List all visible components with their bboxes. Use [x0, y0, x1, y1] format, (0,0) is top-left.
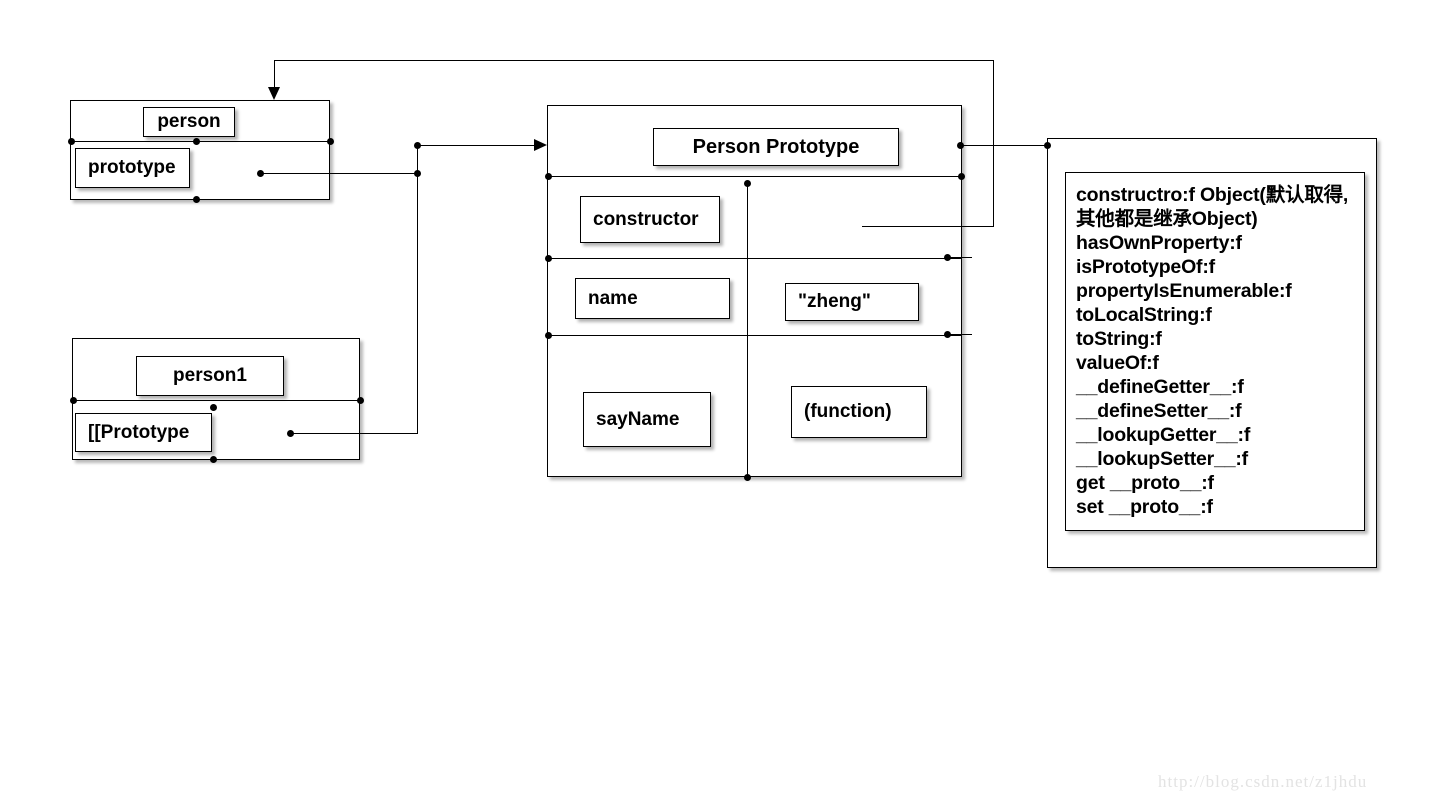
person-title-label: person: [143, 107, 235, 137]
person-prototype-divider-1: [547, 176, 962, 177]
watermark-text: http://blog.csdn.net/z1jhdu: [1158, 772, 1368, 791]
node-dot-proto-col-bottom: [743, 473, 751, 481]
person-prototype-sayname-key-label: sayName: [583, 392, 711, 447]
connector-person-prototype-to-box: [417, 145, 535, 146]
connector-stub-row-name: [947, 257, 972, 258]
person1-title-label: person1: [136, 356, 284, 396]
node-dot-person1-mid-bottom: [209, 455, 217, 463]
person-prototype-name-key-label: name: [575, 278, 730, 319]
object-prototype-property: __defineGetter__:f: [1076, 376, 1244, 398]
node-dot-person1-right: [356, 396, 364, 404]
node-dot-proto-right-1: [957, 172, 965, 180]
connector-backedge-lower-horizontal: [862, 226, 994, 227]
person-prototype-name-value-label: "zheng": [785, 283, 919, 321]
connector-person-prototype-source-dot: [256, 169, 264, 177]
object-prototype-property: toLocalString:f: [1076, 304, 1212, 326]
connector-person1-prototype-source-dot: [286, 429, 294, 437]
connector-backedge-vertical-left: [274, 60, 275, 88]
connector-proto-to-object-horizontal: [960, 145, 1048, 146]
connector-stub-row-sayname-dot: [943, 330, 951, 338]
object-prototype-property: __lookupSetter__:f: [1076, 448, 1248, 470]
connector-stub-row-sayname: [947, 334, 972, 335]
diagram-canvas: person prototype person1 [[Prototype Per…: [0, 0, 1440, 810]
object-prototype-property: isPrototypeOf:f: [1076, 256, 1215, 278]
object-prototype-property-list-box: constructro:f Object(默认取得,其他都是继承Object) …: [1065, 172, 1365, 531]
node-dot-proto-left-2: [544, 254, 552, 262]
node-dot-person-right: [326, 137, 334, 145]
person-prototype-divider-2: [547, 258, 962, 259]
connector-backedge-vertical-right: [993, 60, 994, 227]
connector-person-prototype-arrowhead: [534, 139, 547, 151]
person-prototype-constructor-key-label: constructor: [580, 196, 720, 243]
node-dot-person1-mid-top: [209, 403, 217, 411]
object-prototype-property: toString:f: [1076, 328, 1162, 350]
object-prototype-property: hasOwnProperty:f: [1076, 232, 1242, 254]
node-dot-person-mid-bottom: [192, 195, 200, 203]
object-prototype-property: constructro:f Object(默认取得,其他都是继承Object): [1076, 184, 1349, 230]
person-prototype-sayname-value-label: (function): [791, 386, 927, 438]
person-prototype-title-label: Person Prototype: [653, 128, 899, 166]
node-dot-person1-left: [69, 396, 77, 404]
connector-proto-to-object-source-dot: [956, 141, 964, 149]
object-prototype-property: set __proto__:f: [1076, 496, 1213, 518]
person1-prototype-key-label: [[Prototype: [75, 413, 212, 452]
node-dot-person-mid-top: [192, 137, 200, 145]
person-prototype-divider-3: [547, 335, 962, 336]
person-prototype-column-divider: [747, 183, 748, 477]
person-object-row-divider: [70, 141, 330, 142]
connector-person-prototype-corner-dot: [413, 141, 421, 149]
connector-backedge-arrowhead: [268, 87, 280, 100]
connector-backedge-top-horizontal: [274, 60, 994, 61]
object-prototype-property: propertyIsEnumerable:f: [1076, 280, 1292, 302]
person1-object-row-divider: [72, 400, 360, 401]
connector-stub-row-name-dot: [943, 253, 951, 261]
connector-proto-to-object-target-dot: [1043, 141, 1051, 149]
connector-person-prototype-horizontal: [260, 173, 417, 174]
connector-person1-prototype-vertical: [417, 173, 418, 434]
object-prototype-property: __defineSetter__:f: [1076, 400, 1242, 422]
node-dot-proto-left-1: [544, 172, 552, 180]
node-dot-proto-col-top: [743, 179, 751, 187]
node-dot-person-left: [67, 137, 75, 145]
object-prototype-property: __lookupGetter__:f: [1076, 424, 1251, 446]
connector-person1-prototype-horizontal: [290, 433, 418, 434]
node-dot-proto-left-3: [544, 331, 552, 339]
object-prototype-property: get __proto__:f: [1076, 472, 1214, 494]
object-prototype-property: valueOf:f: [1076, 352, 1159, 374]
person-prototype-key-label: prototype: [75, 148, 190, 188]
